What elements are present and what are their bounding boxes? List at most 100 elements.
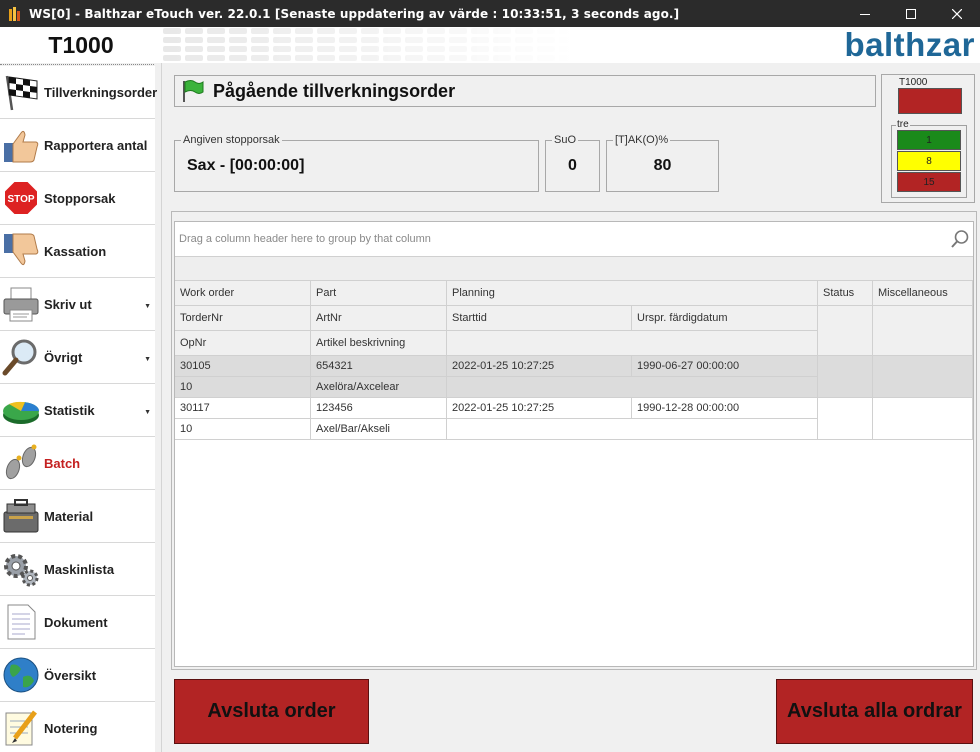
globe-icon (1, 655, 41, 695)
header-starttid[interactable]: Starttid (447, 306, 632, 331)
row-1-urspr[interactable]: 1990-06-27 00:00:00 (632, 356, 818, 377)
thumbs-up-icon (1, 125, 41, 165)
row-1-status[interactable] (818, 356, 873, 398)
minimize-icon (860, 13, 870, 15)
toolbox-icon (1, 496, 41, 536)
header-art-nr[interactable]: ArtNr (311, 306, 447, 331)
row-2-starttid[interactable]: 2022-01-25 10:27:25 (447, 398, 632, 419)
panel-title-bar: Pågående tillverkningsorder (174, 75, 876, 107)
machine-name: T1000 (48, 31, 114, 58)
sidebar-item-ovrigt[interactable]: Övrigt ▼ (0, 331, 155, 384)
group-by-panel[interactable]: Drag a column header here to group by th… (175, 222, 973, 257)
sidebar-item-label: Rapportera antal (44, 137, 148, 153)
machine-status-box: T1000 (886, 77, 970, 118)
sidebar-item-material[interactable]: Material (0, 490, 155, 543)
header-miscellaneous[interactable]: Miscellaneous (873, 281, 973, 306)
maximize-button[interactable] (888, 0, 934, 27)
row-2-op-nr[interactable]: 10 (175, 419, 311, 440)
footprints-icon (1, 443, 41, 483)
tre-box: tre 1 8 15 (891, 119, 967, 198)
end-all-orders-button[interactable]: Avsluta alla ordrar (776, 679, 973, 744)
header-op-nr[interactable]: OpNr (175, 331, 311, 356)
document-icon (1, 602, 41, 642)
row-1-artikel[interactable]: Axelöra/Axcelear (311, 377, 447, 398)
header-pattern (162, 27, 572, 63)
sidebar-item-notering[interactable]: Notering (0, 702, 155, 752)
header-urspr-fardigdatum[interactable]: Urspr. färdigdatum (632, 306, 818, 331)
window-title: WS[0] - Balthzar eTouch ver. 22.0.1 [Sen… (29, 6, 680, 21)
machine-status-indicator[interactable] (898, 88, 962, 114)
green-flag-icon (183, 80, 204, 102)
sidebar-item-label: Övrigt (44, 349, 83, 365)
group-by-hint: Drag a column header here to group by th… (179, 233, 431, 245)
row-2-status[interactable] (818, 398, 873, 440)
row-1-art-nr[interactable]: 654321 (311, 356, 447, 377)
search-icon[interactable] (950, 229, 970, 249)
row-2-art-nr[interactable]: 123456 (311, 398, 447, 419)
maximize-icon (906, 8, 916, 19)
header-status-filler (818, 306, 873, 356)
sidebar-item-dokument[interactable]: Dokument (0, 596, 155, 649)
close-icon (952, 8, 962, 19)
row-1-op-nr[interactable]: 10 (175, 377, 311, 398)
row-2-torder-nr[interactable]: 30117 (175, 398, 311, 419)
sidebar-item-label: Notering (44, 720, 98, 736)
sidebar-item-statistik[interactable]: Statistik ▼ (0, 384, 155, 437)
header-part[interactable]: Part (311, 281, 447, 306)
sidebar-item-maskinlista[interactable]: Maskinlista (0, 543, 155, 596)
sidebar-item-label: Kassation (44, 243, 107, 259)
row-1-misc[interactable] (873, 356, 973, 398)
takt-value: 80 (653, 157, 672, 174)
end-order-button[interactable]: Avsluta order (174, 679, 369, 744)
row-2-urspr[interactable]: 1990-12-28 00:00:00 (632, 398, 818, 419)
header-planning[interactable]: Planning (447, 281, 818, 306)
sidebar-item-label: Material (44, 508, 94, 524)
row-1-starttid[interactable]: 2022-01-25 10:27:25 (447, 356, 632, 377)
close-button[interactable] (934, 0, 980, 27)
grid-band-row (175, 257, 973, 281)
sidebar-item-label: Statistik (44, 402, 95, 418)
stop-sign-icon: STOP (1, 178, 41, 218)
sidebar-item-oversikt[interactable]: Översikt (0, 649, 155, 702)
stop-reason-value: Sax - [00:00:00] (187, 157, 305, 174)
sidebar-item-kassation[interactable]: Kassation (0, 225, 155, 278)
printer-icon (1, 284, 41, 324)
suo-group: SuO 0 (545, 134, 600, 192)
tre-cell-red[interactable]: 15 (897, 172, 961, 192)
sidebar-item-skriv-ut[interactable]: Skriv ut ▼ (0, 278, 155, 331)
minimize-button[interactable] (842, 0, 888, 27)
machine-status-label: T1000 (898, 77, 929, 88)
svg-text:STOP: STOP (7, 194, 34, 205)
sidebar-item-label: Dokument (44, 614, 108, 630)
stop-reason-group: Angiven stopporsak Sax - [00:00:00] (174, 134, 539, 192)
tre-label: tre (896, 119, 910, 130)
page-title: Pågående tillverkningsorder (213, 80, 456, 101)
sidebar-item-label: Batch (44, 455, 81, 471)
row-2-misc[interactable] (873, 398, 973, 440)
header-artikel-beskrivning[interactable]: Artikel beskrivning (311, 331, 447, 356)
notepad-pencil-icon (1, 708, 41, 748)
header-torder-nr[interactable]: TorderNr (175, 306, 311, 331)
sidebar-item-stopporsak[interactable]: STOP Stopporsak (0, 172, 155, 225)
order-grid: Drag a column header here to group by th… (174, 221, 974, 667)
sidebar-item-label: Skriv ut (44, 296, 92, 312)
tre-cell-green[interactable]: 1 (897, 130, 961, 150)
sidebar-item-rapportera-antal[interactable]: Rapportera antal (0, 119, 155, 172)
status-panel: T1000 tre 1 8 15 (881, 74, 975, 203)
balthzar-logo: balthzar (844, 26, 975, 63)
header-misc-filler (873, 306, 973, 356)
takt-group: [T]AK(O)% 80 (606, 134, 719, 192)
magnifier-icon (1, 337, 41, 377)
header-planning-filler (447, 331, 818, 356)
row-2-artikel[interactable]: Axel/Bar/Akseli (311, 419, 447, 440)
header-band: T1000 balthzar (0, 26, 980, 63)
sidebar-divider (0, 64, 154, 65)
sidebar-item-batch[interactable]: Batch (0, 437, 155, 490)
row-1-torder-nr[interactable]: 30105 (175, 356, 311, 377)
header-status[interactable]: Status (818, 281, 873, 306)
title-bar: WS[0] - Balthzar eTouch ver. 22.0.1 [Sen… (0, 0, 980, 27)
sidebar-item-tillverkningsorder[interactable]: Tillverkningsorder (0, 66, 158, 119)
sidebar-item-label: Tillverkningsorder (44, 84, 158, 100)
tre-cell-yellow[interactable]: 8 (897, 151, 961, 171)
header-work-order[interactable]: Work order (175, 281, 311, 306)
